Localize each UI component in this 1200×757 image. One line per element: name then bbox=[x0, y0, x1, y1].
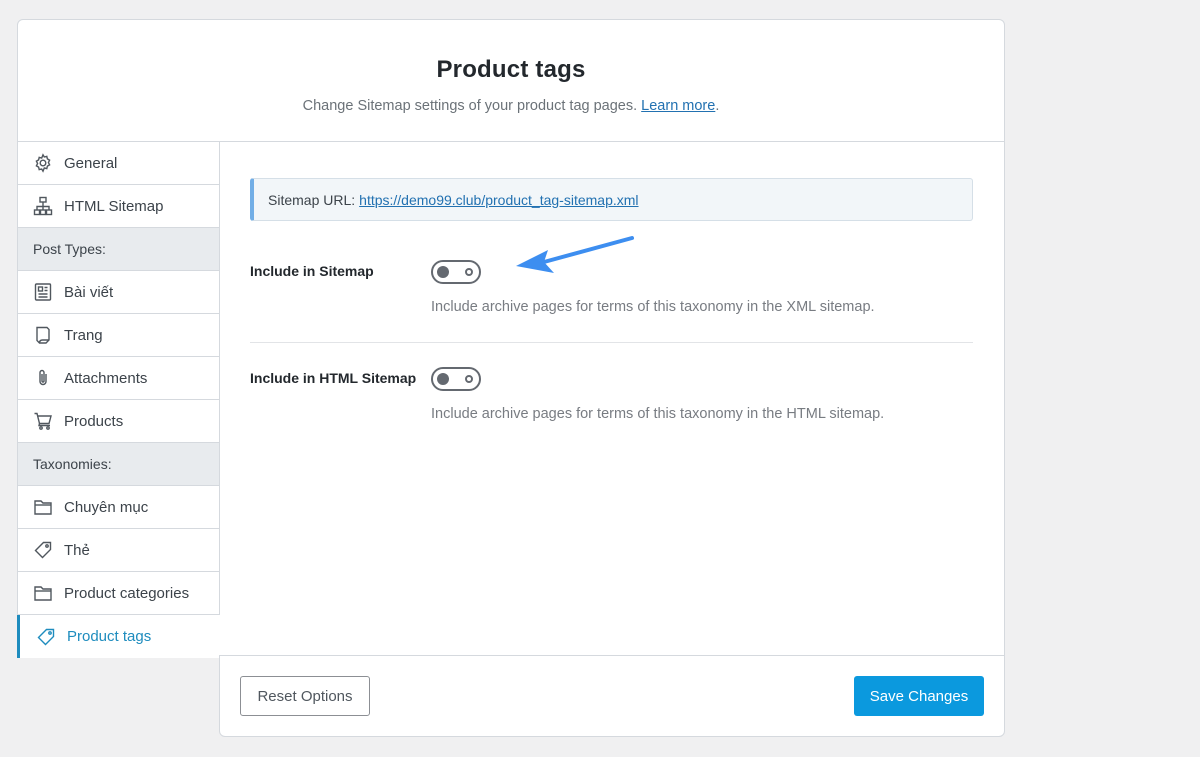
include-sitemap-toggle[interactable] bbox=[431, 260, 481, 284]
sidebar-item-attachments[interactable]: Attachments bbox=[17, 357, 220, 400]
sidebar-item-label: Product tags bbox=[67, 628, 152, 645]
reset-options-button[interactable]: Reset Options bbox=[240, 676, 370, 716]
settings-panel: Product tags Change Sitemap settings of … bbox=[17, 19, 1005, 658]
sitemap-icon bbox=[33, 196, 53, 216]
cart-icon bbox=[33, 411, 53, 431]
sidebar-item-label: Attachments bbox=[64, 369, 148, 387]
include-sitemap-label: Include in Sitemap bbox=[250, 263, 374, 279]
sidebar-item-tags[interactable]: Thẻ bbox=[17, 529, 220, 572]
sitemap-url-link[interactable]: https://demo99.club/product_tag-sitemap.… bbox=[359, 192, 638, 208]
divider bbox=[250, 342, 973, 343]
sidebar-item-label: Trang bbox=[64, 326, 103, 344]
include-html-sitemap-label: Include in HTML Sitemap bbox=[250, 370, 417, 386]
toggle-knob bbox=[437, 373, 449, 385]
learn-more-link[interactable]: Learn more bbox=[641, 98, 715, 114]
post-icon bbox=[33, 282, 53, 302]
sidebar-item-html-sitemap[interactable]: HTML Sitemap bbox=[17, 185, 220, 228]
sidebar-item-products[interactable]: Products bbox=[17, 400, 220, 443]
sidebar-item-label: Products bbox=[64, 412, 124, 430]
sidebar-item-label: Bài viết bbox=[64, 283, 114, 301]
annotation-arrow-icon bbox=[516, 236, 634, 273]
page-icon bbox=[33, 325, 53, 345]
page-description: Change Sitemap settings of your product … bbox=[302, 98, 720, 114]
include-html-sitemap-description: Include archive pages for terms of this … bbox=[431, 406, 885, 422]
sidebar-item-posts[interactable]: Bài viết bbox=[17, 271, 220, 314]
tag-icon bbox=[33, 540, 53, 560]
panel-footer: Reset Options Save Changes bbox=[219, 655, 1005, 737]
post-types-heading: Post Types: bbox=[17, 228, 220, 271]
include-sitemap-description: Include archive pages for terms of this … bbox=[431, 299, 875, 315]
toggle-off-indicator bbox=[465, 268, 473, 276]
include-html-sitemap-row: Include in HTML Sitemap Include archive … bbox=[250, 367, 973, 447]
taxonomies-heading: Taxonomies: bbox=[17, 443, 220, 486]
sidebar-item-product-tags[interactable]: Product tags bbox=[17, 615, 220, 658]
sidebar-item-label: General bbox=[64, 154, 118, 172]
page-title: Product tags bbox=[436, 56, 586, 83]
sidebar-item-label: Chuyên mục bbox=[64, 498, 149, 516]
settings-content: Sitemap URL: https://demo99.club/product… bbox=[220, 142, 1004, 655]
sidebar-item-categories[interactable]: Chuyên mục bbox=[17, 486, 220, 529]
sitemap-url-label: Sitemap URL: bbox=[268, 191, 356, 208]
toggle-knob bbox=[437, 266, 449, 278]
paperclip-icon bbox=[33, 368, 53, 388]
sidebar-item-label: Thẻ bbox=[64, 541, 90, 559]
include-html-sitemap-toggle[interactable] bbox=[431, 367, 481, 391]
gear-icon bbox=[33, 153, 53, 173]
toggle-off-indicator bbox=[465, 375, 473, 383]
sitemap-url-notice: Sitemap URL: https://demo99.club/product… bbox=[250, 178, 973, 221]
tag-icon bbox=[36, 627, 56, 647]
sidebar-nav: General HTML Sitemap Post Types: Bài viế… bbox=[17, 142, 220, 658]
sidebar-item-label: Product categories bbox=[64, 584, 190, 602]
sidebar-item-product-categories[interactable]: Product categories bbox=[17, 572, 220, 615]
sidebar-item-pages[interactable]: Trang bbox=[17, 314, 220, 357]
save-changes-button[interactable]: Save Changes bbox=[854, 676, 984, 716]
folder-icon bbox=[33, 497, 53, 517]
sidebar-item-general[interactable]: General bbox=[17, 142, 220, 185]
panel-header: Product tags Change Sitemap settings of … bbox=[18, 20, 1004, 142]
sidebar-item-label: HTML Sitemap bbox=[64, 197, 164, 215]
folder-icon bbox=[33, 583, 53, 603]
